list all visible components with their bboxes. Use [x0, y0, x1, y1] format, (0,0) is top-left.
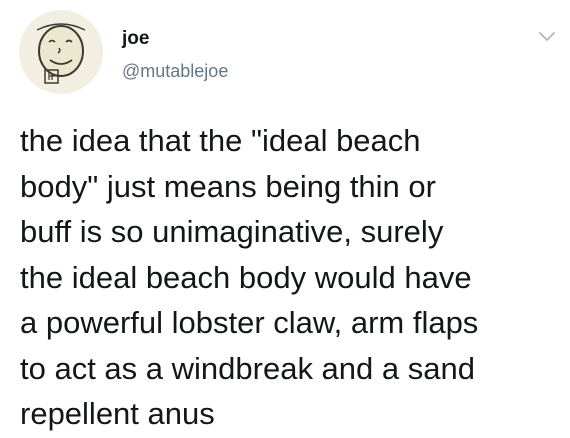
- chevron-down-icon: [539, 32, 555, 41]
- tweet-card: joe @mutablejoe the idea that the "ideal…: [0, 0, 570, 438]
- avatar[interactable]: [19, 10, 103, 94]
- author-handle[interactable]: @mutablejoe: [122, 60, 228, 82]
- author-display-name[interactable]: joe: [122, 28, 149, 50]
- tweet-text: the idea that the "ideal beach body" jus…: [20, 123, 479, 431]
- tweet-menu-button[interactable]: [538, 30, 556, 44]
- avatar-face-icon: [19, 10, 103, 94]
